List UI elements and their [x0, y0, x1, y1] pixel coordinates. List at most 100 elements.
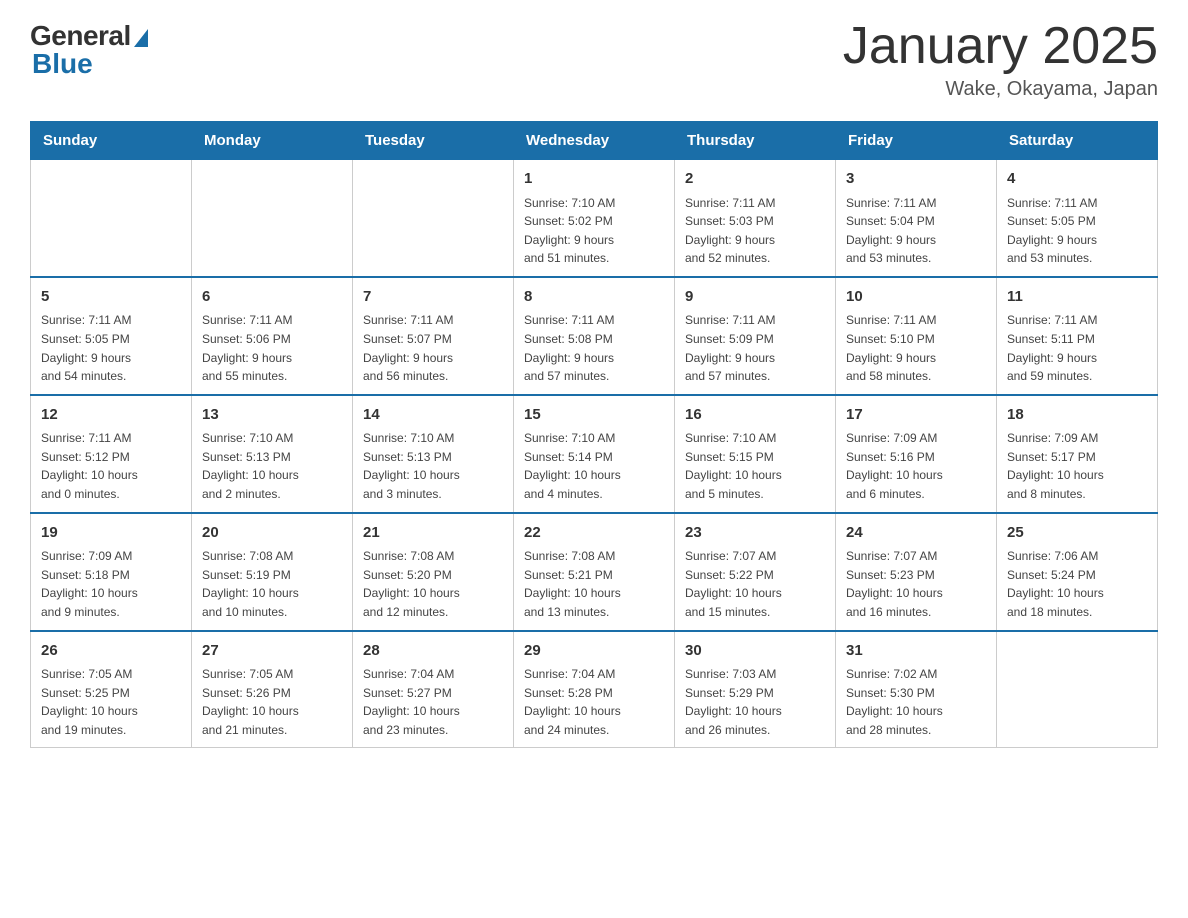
day-info: Sunrise: 7:09 AM Sunset: 5:17 PM Dayligh… — [1007, 429, 1147, 503]
calendar-cell: 13Sunrise: 7:10 AM Sunset: 5:13 PM Dayli… — [192, 395, 353, 513]
calendar-cell: 1Sunrise: 7:10 AM Sunset: 5:02 PM Daylig… — [514, 160, 675, 277]
day-info: Sunrise: 7:08 AM Sunset: 5:21 PM Dayligh… — [524, 547, 664, 621]
day-header-tuesday: Tuesday — [353, 122, 514, 160]
day-header-saturday: Saturday — [997, 122, 1158, 160]
calendar-cell: 29Sunrise: 7:04 AM Sunset: 5:28 PM Dayli… — [514, 631, 675, 748]
day-info: Sunrise: 7:11 AM Sunset: 5:09 PM Dayligh… — [685, 311, 825, 385]
calendar-cell: 15Sunrise: 7:10 AM Sunset: 5:14 PM Dayli… — [514, 395, 675, 513]
calendar-cell: 27Sunrise: 7:05 AM Sunset: 5:26 PM Dayli… — [192, 631, 353, 748]
calendar-cell: 4Sunrise: 7:11 AM Sunset: 5:05 PM Daylig… — [997, 160, 1158, 277]
title-section: January 2025 Wake, Okayama, Japan — [843, 20, 1158, 101]
day-number: 15 — [524, 404, 664, 427]
calendar-cell: 3 Sunrise: 7:11 AM Sunset: 5:04 PM Daylig… — [836, 160, 997, 277]
calendar-cell: 28Sunrise: 7:04 AM Sunset: 5:27 PM Dayli… — [353, 631, 514, 748]
day-header-friday: Friday — [836, 122, 997, 160]
calendar-week-row: 5Sunrise: 7:11 AM Sunset: 5:05 PM Daylig… — [31, 277, 1158, 395]
day-info: Sunrise: 7:11 AM Sunset: 5:11 PM Dayligh… — [1007, 311, 1147, 385]
day-number: 10 — [846, 286, 986, 309]
calendar-cell: 20Sunrise: 7:08 AM Sunset: 5:19 PM Dayli… — [192, 513, 353, 631]
calendar-cell: 17Sunrise: 7:09 AM Sunset: 5:16 PM Dayli… — [836, 395, 997, 513]
day-number: 27 — [202, 640, 342, 663]
day-info: Sunrise: 7:11 AM Sunset: 5:05 PM Dayligh… — [41, 311, 181, 385]
calendar-cell: 11Sunrise: 7:11 AM Sunset: 5:11 PM Dayli… — [997, 277, 1158, 395]
day-number: 23 — [685, 522, 825, 545]
day-header-monday: Monday — [192, 122, 353, 160]
calendar-cell: 30Sunrise: 7:03 AM Sunset: 5:29 PM Dayli… — [675, 631, 836, 748]
calendar-week-row: 12Sunrise: 7:11 AM Sunset: 5:12 PM Dayli… — [31, 395, 1158, 513]
day-number: 30 — [685, 640, 825, 663]
day-number: 31 — [846, 640, 986, 663]
day-number: 18 — [1007, 404, 1147, 427]
calendar-cell: 23Sunrise: 7:07 AM Sunset: 5:22 PM Dayli… — [675, 513, 836, 631]
day-info: Sunrise: 7:10 AM Sunset: 5:13 PM Dayligh… — [202, 429, 342, 503]
day-number: 19 — [41, 522, 181, 545]
calendar-cell: 2 Sunrise: 7:11 AM Sunset: 5:03 PM Daylig… — [675, 160, 836, 277]
day-info: Sunrise: 7:11 AM Sunset: 5:04 PM Dayligh… — [846, 194, 986, 268]
calendar-cell: 31Sunrise: 7:02 AM Sunset: 5:30 PM Dayli… — [836, 631, 997, 748]
day-info: Sunrise: 7:06 AM Sunset: 5:24 PM Dayligh… — [1007, 547, 1147, 621]
day-info: Sunrise: 7:03 AM Sunset: 5:29 PM Dayligh… — [685, 665, 825, 739]
day-info: Sunrise: 7:10 AM Sunset: 5:15 PM Dayligh… — [685, 429, 825, 503]
calendar-location: Wake, Okayama, Japan — [843, 78, 1158, 101]
day-number: 9 — [685, 286, 825, 309]
day-info: Sunrise: 7:11 AM Sunset: 5:12 PM Dayligh… — [41, 429, 181, 503]
day-info: Sunrise: 7:11 AM Sunset: 5:08 PM Dayligh… — [524, 311, 664, 385]
calendar-cell: 9Sunrise: 7:11 AM Sunset: 5:09 PM Daylig… — [675, 277, 836, 395]
day-info: Sunrise: 7:11 AM Sunset: 5:03 PM Dayligh… — [685, 194, 825, 268]
calendar-cell: 16Sunrise: 7:10 AM Sunset: 5:15 PM Dayli… — [675, 395, 836, 513]
calendar-table: SundayMondayTuesdayWednesdayThursdayFrid… — [30, 121, 1158, 748]
day-number: 12 — [41, 404, 181, 427]
day-info: Sunrise: 7:10 AM Sunset: 5:14 PM Dayligh… — [524, 429, 664, 503]
day-number: 17 — [846, 404, 986, 427]
day-info: Sunrise: 7:10 AM Sunset: 5:13 PM Dayligh… — [363, 429, 503, 503]
logo-blue-text: Blue — [32, 48, 93, 80]
day-header-wednesday: Wednesday — [514, 122, 675, 160]
calendar-cell: 8Sunrise: 7:11 AM Sunset: 5:08 PM Daylig… — [514, 277, 675, 395]
day-info: Sunrise: 7:05 AM Sunset: 5:26 PM Dayligh… — [202, 665, 342, 739]
calendar-cell: 10Sunrise: 7:11 AM Sunset: 5:10 PM Dayli… — [836, 277, 997, 395]
day-info: Sunrise: 7:02 AM Sunset: 5:30 PM Dayligh… — [846, 665, 986, 739]
day-info: Sunrise: 7:09 AM Sunset: 5:16 PM Dayligh… — [846, 429, 986, 503]
day-number: 29 — [524, 640, 664, 663]
calendar-header-row: SundayMondayTuesdayWednesdayThursdayFrid… — [31, 122, 1158, 160]
calendar-cell: 22Sunrise: 7:08 AM Sunset: 5:21 PM Dayli… — [514, 513, 675, 631]
day-number: 25 — [1007, 522, 1147, 545]
calendar-week-row: 19Sunrise: 7:09 AM Sunset: 5:18 PM Dayli… — [31, 513, 1158, 631]
calendar-cell — [31, 160, 192, 277]
day-info: Sunrise: 7:11 AM Sunset: 5:10 PM Dayligh… — [846, 311, 986, 385]
calendar-cell: 18Sunrise: 7:09 AM Sunset: 5:17 PM Dayli… — [997, 395, 1158, 513]
calendar-cell: 25Sunrise: 7:06 AM Sunset: 5:24 PM Dayli… — [997, 513, 1158, 631]
calendar-cell — [997, 631, 1158, 748]
calendar-cell: 24Sunrise: 7:07 AM Sunset: 5:23 PM Dayli… — [836, 513, 997, 631]
day-number: 26 — [41, 640, 181, 663]
day-info: Sunrise: 7:04 AM Sunset: 5:27 PM Dayligh… — [363, 665, 503, 739]
calendar-week-row: 1Sunrise: 7:10 AM Sunset: 5:02 PM Daylig… — [31, 160, 1158, 277]
day-info: Sunrise: 7:11 AM Sunset: 5:06 PM Dayligh… — [202, 311, 342, 385]
day-info: Sunrise: 7:05 AM Sunset: 5:25 PM Dayligh… — [41, 665, 181, 739]
day-number: 6 — [202, 286, 342, 309]
day-info: Sunrise: 7:11 AM Sunset: 5:07 PM Dayligh… — [363, 311, 503, 385]
calendar-cell: 7Sunrise: 7:11 AM Sunset: 5:07 PM Daylig… — [353, 277, 514, 395]
calendar-title: January 2025 — [843, 20, 1158, 72]
day-number: 24 — [846, 522, 986, 545]
day-number: 14 — [363, 404, 503, 427]
day-number: 22 — [524, 522, 664, 545]
day-number: 3 — [846, 168, 986, 191]
day-info: Sunrise: 7:08 AM Sunset: 5:19 PM Dayligh… — [202, 547, 342, 621]
calendar-cell: 12Sunrise: 7:11 AM Sunset: 5:12 PM Dayli… — [31, 395, 192, 513]
day-info: Sunrise: 7:04 AM Sunset: 5:28 PM Dayligh… — [524, 665, 664, 739]
day-number: 8 — [524, 286, 664, 309]
day-info: Sunrise: 7:08 AM Sunset: 5:20 PM Dayligh… — [363, 547, 503, 621]
day-number: 20 — [202, 522, 342, 545]
calendar-cell: 19Sunrise: 7:09 AM Sunset: 5:18 PM Dayli… — [31, 513, 192, 631]
day-number: 11 — [1007, 286, 1147, 309]
page-header: General Blue January 2025 Wake, Okayama,… — [30, 20, 1158, 101]
day-number: 2 — [685, 168, 825, 191]
day-info: Sunrise: 7:11 AM Sunset: 5:05 PM Dayligh… — [1007, 194, 1147, 268]
logo-triangle-icon — [134, 29, 148, 47]
calendar-cell: 6Sunrise: 7:11 AM Sunset: 5:06 PM Daylig… — [192, 277, 353, 395]
day-number: 7 — [363, 286, 503, 309]
day-number: 13 — [202, 404, 342, 427]
day-info: Sunrise: 7:10 AM Sunset: 5:02 PM Dayligh… — [524, 194, 664, 268]
day-number: 5 — [41, 286, 181, 309]
